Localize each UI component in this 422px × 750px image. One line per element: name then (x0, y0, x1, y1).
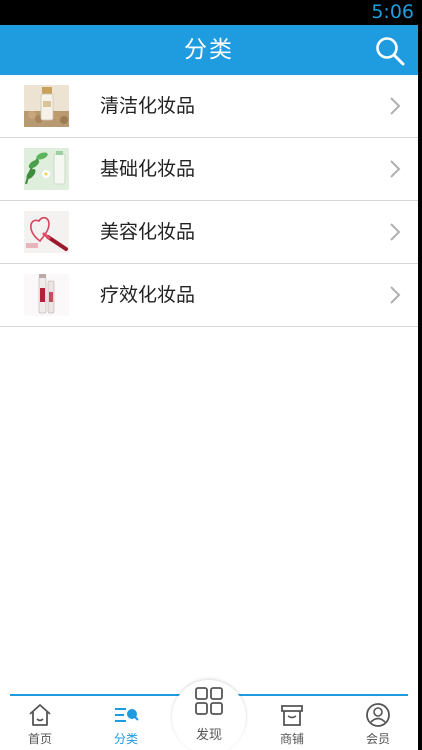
nav-label: 会员 (365, 732, 390, 746)
home-icon (29, 704, 51, 726)
user-icon (366, 703, 390, 727)
category-label: 疗效化妆品 (100, 284, 196, 306)
app-screen: 5:06 分类 清洁化妆品 基础化妆品 美容化妆品 疗效化妆品 首页 分类 发现… (0, 0, 418, 750)
nav-item-member[interactable]: 会员 (348, 698, 408, 748)
status-time: 5:06 (371, 1, 414, 23)
shop-icon (281, 705, 303, 726)
grid-icon (195, 687, 223, 715)
bottom-navigation: 首页 分类 发现 商铺 会员 (0, 680, 418, 750)
nav-item-discover[interactable]: 发现 (179, 686, 239, 743)
category-item-therapeutic[interactable]: 疗效化妆品 (0, 264, 418, 327)
search-icon (376, 37, 405, 66)
app-header: 分类 (0, 25, 418, 75)
chevron-right-icon (390, 97, 401, 115)
nav-item-shop[interactable]: 商铺 (262, 698, 322, 748)
cleansing-product-image (24, 85, 69, 127)
chevron-right-icon (390, 223, 401, 241)
category-label: 美容化妆品 (100, 221, 196, 243)
nav-label: 首页 (27, 732, 52, 746)
nav-item-category[interactable]: 分类 (96, 698, 156, 748)
category-label: 基础化妆品 (100, 158, 196, 180)
category-item-beauty[interactable]: 美容化妆品 (0, 201, 418, 264)
status-bar: 5:06 (0, 0, 418, 25)
beauty-product-image (24, 211, 69, 253)
category-icon (115, 708, 139, 722)
basic-care-product-image (24, 148, 69, 190)
category-label: 清洁化妆品 (100, 95, 196, 117)
category-list: 清洁化妆品 基础化妆品 美容化妆品 疗效化妆品 (0, 75, 418, 327)
chevron-right-icon (390, 160, 401, 178)
nav-label: 商铺 (279, 732, 304, 746)
category-item-basic[interactable]: 基础化妆品 (0, 138, 418, 201)
page-title: 分类 (184, 37, 234, 63)
nav-label: 发现 (195, 728, 222, 743)
nav-item-home[interactable]: 首页 (10, 698, 70, 748)
search-button[interactable] (374, 35, 406, 67)
category-item-cleansing[interactable]: 清洁化妆品 (0, 75, 418, 138)
therapeutic-product-image (24, 274, 69, 316)
chevron-right-icon (390, 286, 401, 304)
nav-label: 分类 (113, 732, 138, 746)
